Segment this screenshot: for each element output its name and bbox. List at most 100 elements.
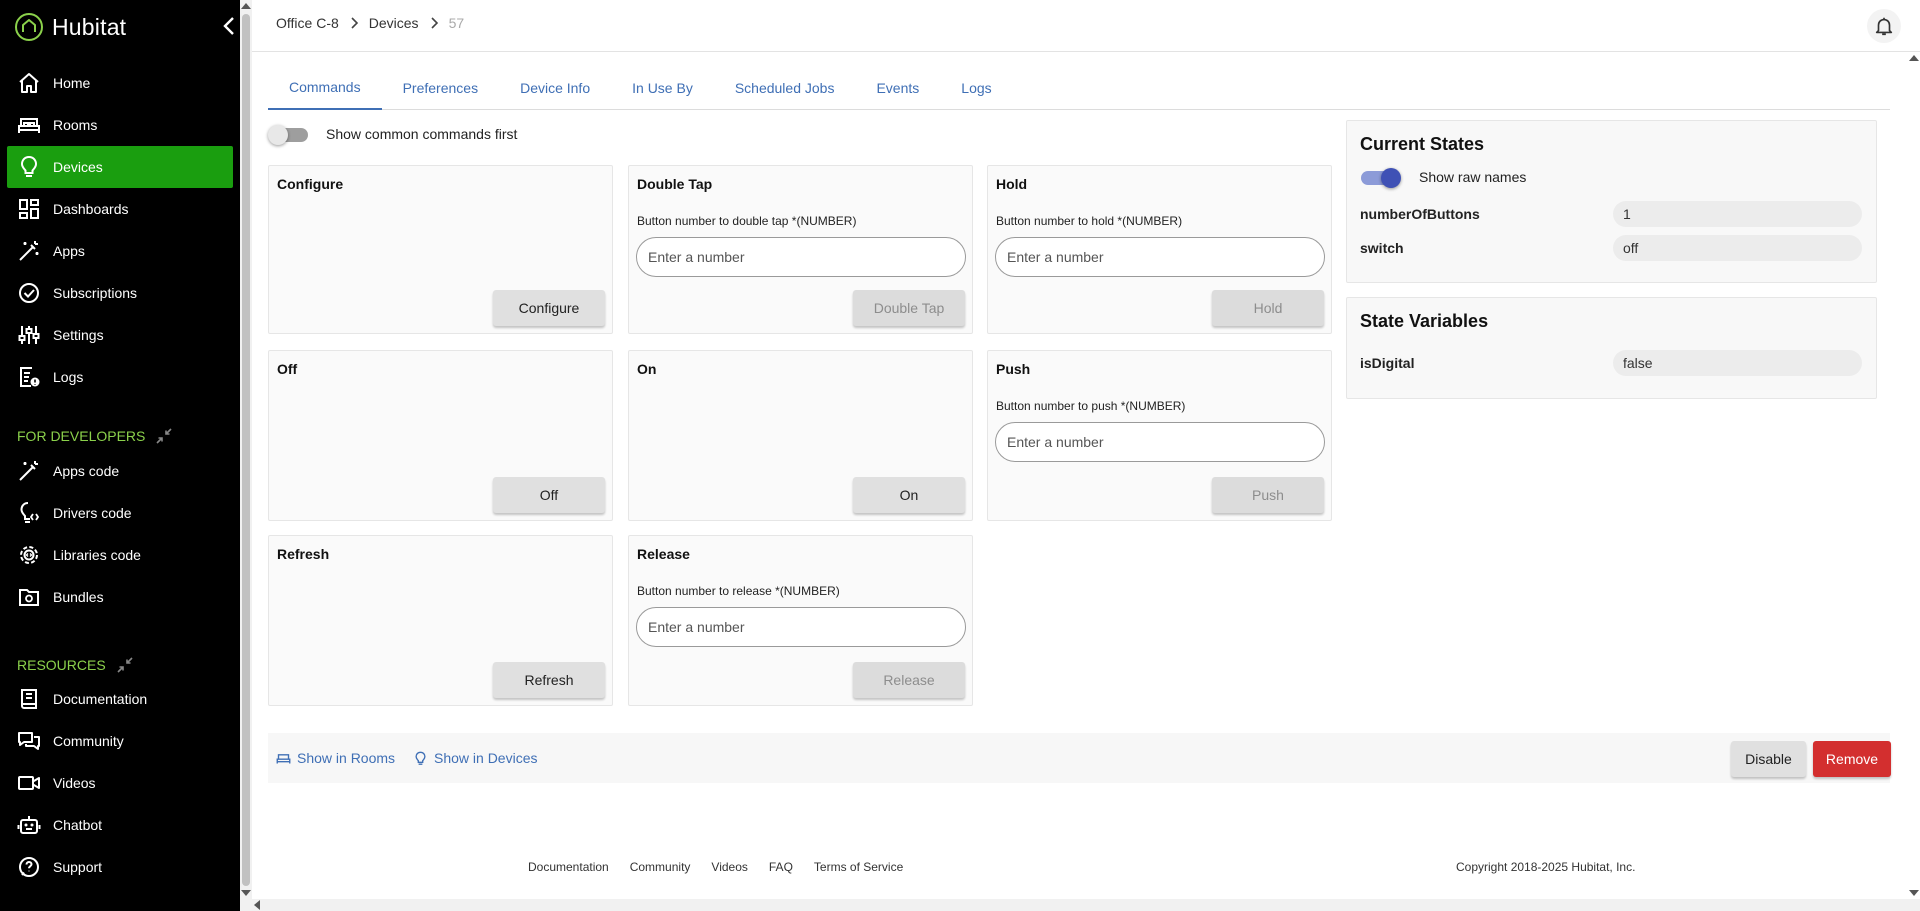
magic-wand-icon — [19, 241, 39, 261]
sidebar-item-chatbot[interactable]: Chatbot — [7, 804, 233, 846]
sidebar-item-label: Documentation — [53, 691, 148, 707]
sidebar-item-rooms[interactable]: Rooms — [7, 104, 233, 146]
sidebar-item-label: Bundles — [53, 589, 104, 605]
command-param-label: Button number to push *(NUMBER) — [996, 399, 1186, 413]
scrollbar-thumb[interactable] — [242, 14, 250, 886]
tab-device-info[interactable]: Device Info — [499, 66, 611, 110]
code-wand-icon — [19, 461, 38, 481]
footer-link-terms[interactable]: Terms of Service — [814, 860, 903, 874]
sidebar-item-support[interactable]: Support — [7, 846, 233, 888]
sidebar-item-label: Support — [53, 859, 103, 875]
sidebar-item-libraries-code[interactable]: Libraries code — [7, 534, 233, 576]
tab-scheduled-jobs[interactable]: Scheduled Jobs — [714, 66, 856, 110]
common-commands-toggle[interactable] — [268, 125, 310, 145]
help-icon — [18, 856, 40, 878]
scroll-up-arrow-icon[interactable] — [1909, 55, 1919, 61]
sidebar-item-settings[interactable]: Settings — [7, 314, 233, 356]
brand[interactable]: Hubitat — [14, 12, 126, 42]
raw-names-toggle[interactable] — [1361, 168, 1401, 188]
release-number-input[interactable]: Enter a number — [636, 607, 966, 647]
state-value: off — [1613, 235, 1862, 261]
double-tap-button[interactable]: Double Tap — [853, 290, 965, 326]
sidebar: Hubitat Home Rooms Devices Dashboards Ap… — [0, 0, 240, 911]
device-tabs: Commands Preferences Device Info In Use … — [268, 66, 1890, 110]
notifications-button[interactable] — [1867, 9, 1901, 43]
show-in-rooms-label: Show in Rooms — [297, 750, 396, 766]
sidebar-item-logs[interactable]: Logs — [7, 356, 233, 398]
tab-preferences[interactable]: Preferences — [382, 66, 499, 110]
chevron-left-icon[interactable] — [221, 15, 237, 37]
breadcrumb-devices[interactable]: Devices — [369, 15, 419, 31]
horizontal-scrollbar[interactable] — [240, 899, 1920, 911]
sidebar-item-community[interactable]: Community — [7, 720, 233, 762]
command-title: Push — [996, 361, 1031, 377]
scroll-left-arrow-icon[interactable] — [254, 900, 260, 910]
on-button[interactable]: On — [853, 477, 965, 513]
sidebar-item-apps[interactable]: Apps — [7, 230, 233, 272]
tab-in-use-by[interactable]: In Use By — [611, 66, 714, 110]
scroll-down-arrow-icon[interactable] — [241, 890, 251, 896]
command-title: Configure — [277, 176, 344, 192]
sidebar-item-drivers-code[interactable]: Drivers code — [7, 492, 233, 534]
sliders-icon — [18, 326, 40, 344]
command-param-label: Button number to hold *(NUMBER) — [996, 214, 1183, 228]
sidebar-item-subscriptions[interactable]: Subscriptions — [7, 272, 233, 314]
tab-events[interactable]: Events — [855, 66, 940, 110]
hold-number-input[interactable]: Enter a number — [995, 237, 1325, 277]
sidebar-item-label: Rooms — [53, 117, 98, 133]
disable-button[interactable]: Disable — [1731, 741, 1806, 777]
content-scrollbar[interactable] — [1908, 52, 1920, 899]
breadcrumb-hub[interactable]: Office C-8 — [276, 15, 339, 31]
sidebar-item-home[interactable]: Home — [7, 62, 233, 104]
section-header-developers[interactable]: FOR DEVELOPERS — [17, 426, 173, 446]
release-button[interactable]: Release — [853, 662, 965, 698]
configure-button[interactable]: Configure — [493, 290, 605, 326]
show-in-rooms-link[interactable]: Show in Rooms — [276, 750, 395, 766]
section-header-resources[interactable]: RESOURCES — [17, 655, 134, 675]
book-icon — [21, 689, 37, 709]
top-bar: Office C-8 Devices 57 — [252, 0, 1920, 52]
current-states-panel: Current States Show raw names numberOfBu… — [1346, 120, 1877, 283]
command-card-push: Push Button number to push *(NUMBER) Ent… — [987, 350, 1332, 521]
sidebar-item-bundles[interactable]: Bundles — [7, 576, 233, 618]
push-number-input[interactable]: Enter a number — [995, 422, 1325, 462]
sidebar-item-devices[interactable]: Devices — [7, 146, 233, 188]
command-title: Release — [637, 546, 690, 562]
home-icon — [19, 73, 39, 93]
tab-commands[interactable]: Commands — [268, 66, 382, 110]
double-tap-number-input[interactable]: Enter a number — [636, 237, 966, 277]
breadcrumb-device-id: 57 — [448, 15, 465, 31]
brand-name: Hubitat — [52, 13, 127, 40]
sidebar-item-label: Apps code — [53, 463, 120, 479]
footer-link-videos[interactable]: Videos — [711, 860, 747, 874]
sidebar-item-label: Settings — [53, 327, 104, 343]
sidebar-item-documentation[interactable]: Documentation — [7, 678, 233, 720]
raw-names-label: Show raw names — [1419, 169, 1527, 185]
toggle-knob — [268, 125, 288, 145]
sidebar-item-label: Community — [53, 733, 124, 749]
state-name: numberOfButtons — [1360, 206, 1480, 222]
off-button[interactable]: Off — [493, 477, 605, 513]
command-card-configure: Configure Configure — [268, 165, 613, 334]
state-variables-title: State Variables — [1360, 311, 1489, 331]
sidebar-item-dashboards[interactable]: Dashboards — [7, 188, 233, 230]
page-scrollbar[interactable] — [240, 0, 252, 899]
sidebar-item-apps-code[interactable]: Apps code — [7, 450, 233, 492]
scroll-down-arrow-icon[interactable] — [1909, 890, 1919, 896]
sidebar-item-videos[interactable]: Videos — [7, 762, 233, 804]
remove-button[interactable]: Remove — [1813, 741, 1891, 777]
scroll-up-arrow-icon[interactable] — [241, 3, 251, 9]
footer-link-community[interactable]: Community — [630, 860, 691, 874]
show-in-devices-link[interactable]: Show in Devices — [413, 750, 538, 766]
refresh-button[interactable]: Refresh — [493, 662, 605, 698]
check-circle-icon — [19, 283, 39, 303]
toggle-knob — [1381, 168, 1401, 188]
footer-link-faq[interactable]: FAQ — [769, 860, 793, 874]
show-in-devices-label: Show in Devices — [434, 750, 538, 766]
command-card-refresh: Refresh Refresh — [268, 535, 613, 706]
footer-link-documentation[interactable]: Documentation — [528, 860, 609, 874]
hold-button[interactable]: Hold — [1212, 290, 1324, 326]
tab-logs[interactable]: Logs — [940, 66, 1012, 110]
push-button[interactable]: Push — [1212, 477, 1324, 513]
current-states-title: Current States — [1360, 134, 1485, 154]
